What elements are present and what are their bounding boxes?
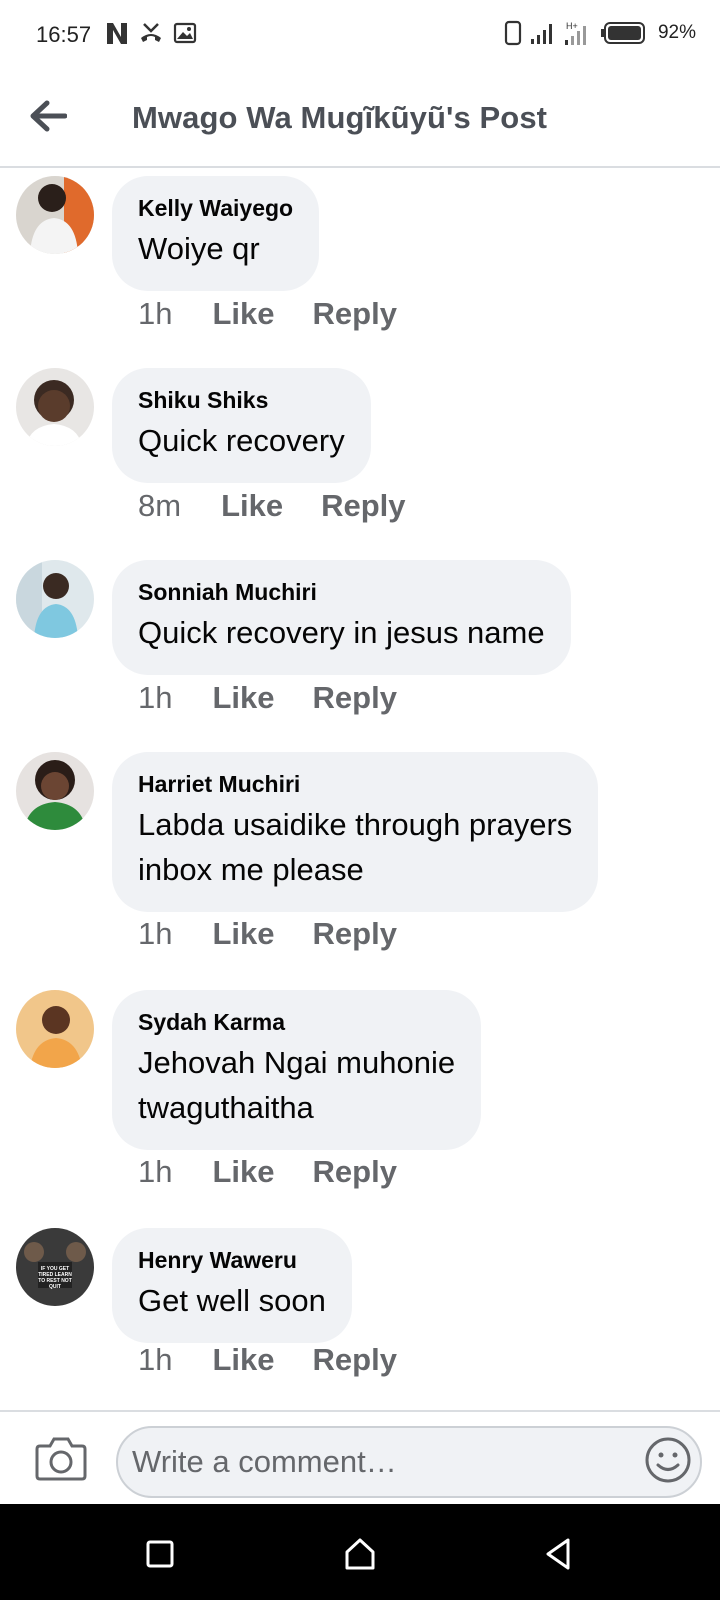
- comment-bubble[interactable]: Sydah Karma Jehovah Ngai muhonie twaguth…: [112, 990, 482, 1150]
- comment-author[interactable]: Shiku Shiks: [138, 386, 345, 414]
- signal-icon: [530, 24, 552, 44]
- smiley-icon: [645, 1437, 691, 1483]
- comment-time[interactable]: 1h: [138, 1154, 172, 1190]
- missed-call-icon: [141, 23, 161, 42]
- like-button[interactable]: Like: [212, 916, 274, 952]
- battery-icon: [600, 22, 645, 44]
- avatar[interactable]: [16, 990, 94, 1068]
- status-time: 16:57: [36, 22, 92, 47]
- comment-actions: 1h Like Reply: [138, 296, 397, 332]
- comment-text-line: inbox me please: [138, 852, 364, 887]
- comment-author[interactable]: Kelly Waiyego: [138, 194, 293, 222]
- comment-time[interactable]: 1h: [138, 1342, 172, 1378]
- home-button[interactable]: [340, 1534, 380, 1574]
- comment-author[interactable]: Sonniah Muchiri: [138, 578, 545, 606]
- avatar[interactable]: [16, 752, 94, 830]
- avatar-image: [16, 368, 94, 446]
- square-icon: [146, 1540, 174, 1568]
- comment-actions: 1h Like Reply: [138, 680, 397, 716]
- avatar-image: [16, 560, 94, 638]
- comment-actions: 1h Like Reply: [138, 1154, 397, 1190]
- status-bar: 16:57 H+ 92%: [0, 0, 720, 72]
- emoji-button[interactable]: [644, 1436, 692, 1484]
- status-right-icons: H+ 92%: [504, 20, 696, 46]
- svg-text:H+: H+: [566, 21, 578, 31]
- comment-actions: 1h Like Reply: [138, 916, 397, 952]
- post-header: Mwago Wa Mugĩkũyũ's Post: [0, 72, 720, 168]
- comment-time[interactable]: 1h: [138, 916, 172, 952]
- phone-vibrate-icon: [504, 20, 522, 46]
- reply-button[interactable]: Reply: [313, 1154, 397, 1190]
- comment-time[interactable]: 8m: [138, 488, 181, 524]
- avatar-caption: IF YOU GET TIRED LEARN TO REST NOT QUIT: [38, 1266, 72, 1290]
- comment-text: Get well soon: [138, 1283, 326, 1318]
- arrow-left-icon: [30, 100, 67, 132]
- comment-author[interactable]: Sydah Karma: [138, 1008, 455, 1036]
- page-title: Mwago Wa Mugĩkũyũ's Post: [132, 100, 548, 135]
- back-nav-button[interactable]: [538, 1534, 578, 1574]
- recents-button[interactable]: [140, 1534, 180, 1574]
- comment-time[interactable]: 1h: [138, 296, 172, 332]
- like-button[interactable]: Like: [221, 488, 283, 524]
- comment-bubble[interactable]: Sonniah Muchiri Quick recovery in jesus …: [112, 560, 571, 675]
- back-button[interactable]: [24, 92, 72, 140]
- avatar-image: [16, 990, 94, 1068]
- camera-button[interactable]: [34, 1434, 88, 1482]
- battery-percent: 92%: [657, 22, 696, 43]
- comment-composer: Write a comment…: [0, 1410, 720, 1504]
- comment-text-line: Jehovah Ngai muhonie: [138, 1045, 456, 1080]
- comment-author[interactable]: Henry Waweru: [138, 1246, 326, 1274]
- comment-text-line: Labda usaidike through prayers: [138, 807, 573, 842]
- comment-bubble[interactable]: Kelly Waiyego Woiye qr: [112, 176, 320, 291]
- avatar[interactable]: IF YOU GET TIRED LEARN TO REST NOT QUIT: [16, 1228, 94, 1306]
- comment-bubble[interactable]: Shiku Shiks Quick recovery: [112, 368, 371, 483]
- like-button[interactable]: Like: [212, 1342, 274, 1378]
- comment-actions: 8m Like Reply: [138, 488, 406, 524]
- notification-icons: [104, 20, 198, 46]
- camera-icon: [35, 1437, 87, 1481]
- reply-button[interactable]: Reply: [313, 680, 397, 716]
- avatar-image: [16, 176, 94, 254]
- signal-h-plus-icon: H+: [564, 21, 586, 45]
- image-icon: [173, 22, 197, 44]
- avatar[interactable]: [16, 560, 94, 638]
- back-triangle-icon: [546, 1538, 570, 1570]
- reply-button[interactable]: Reply: [313, 1342, 397, 1378]
- comment-text: Woiye qr: [138, 231, 260, 266]
- comment-actions: 1h Like Reply: [138, 1342, 397, 1378]
- comment-time[interactable]: 1h: [138, 680, 172, 716]
- comment-input[interactable]: Write a comment…: [116, 1426, 702, 1498]
- comment-bubble[interactable]: Henry Waweru Get well soon: [112, 1228, 352, 1343]
- avatar[interactable]: [16, 368, 94, 446]
- avatar-image: [16, 752, 94, 830]
- comment-bubble[interactable]: Harriet Muchiri Labda usaidike through p…: [112, 752, 599, 912]
- avatar[interactable]: [16, 176, 94, 254]
- like-button[interactable]: Like: [212, 1154, 274, 1190]
- home-icon: [345, 1538, 375, 1570]
- like-button[interactable]: Like: [212, 296, 274, 332]
- comment-text-line: twaguthaitha: [138, 1090, 314, 1125]
- comment-text: Quick recovery: [138, 423, 345, 458]
- reply-button[interactable]: Reply: [313, 296, 397, 332]
- reply-button[interactable]: Reply: [321, 488, 405, 524]
- system-nav-bar: [0, 1504, 720, 1600]
- comment-text: Quick recovery in jesus name: [138, 615, 545, 650]
- comment-author[interactable]: Harriet Muchiri: [138, 770, 572, 798]
- netflix-n-icon: [107, 23, 127, 44]
- reply-button[interactable]: Reply: [313, 916, 397, 952]
- like-button[interactable]: Like: [212, 680, 274, 716]
